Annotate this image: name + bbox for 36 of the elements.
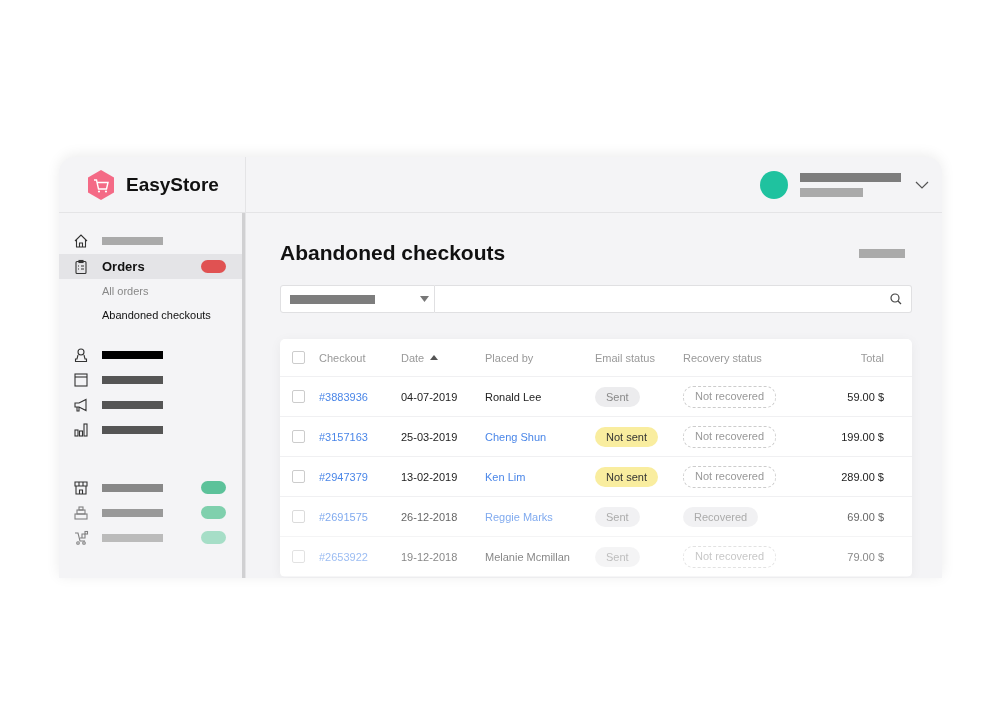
column-header[interactable]: Placed by — [485, 351, 534, 364]
nav-subitem[interactable]: Abandoned checkouts — [59, 303, 211, 327]
column-header[interactable]: Checkout — [319, 351, 366, 364]
table-cell: 13-02-2019 — [401, 470, 458, 483]
table-cell: Ronald Lee — [485, 390, 542, 403]
status-badge: Sent — [595, 386, 640, 407]
table-cell: 04-07-2019 — [401, 390, 458, 403]
checkout-link[interactable]: #2691575 — [319, 510, 368, 523]
checkout-link[interactable]: #2653922 — [319, 550, 368, 563]
nav-subitem[interactable]: All orders — [59, 279, 149, 303]
table-cell: 25-03-2019 — [401, 430, 458, 443]
table-cell: 199.00 $ — [841, 430, 884, 443]
table-cell: 19-12-2018 — [401, 550, 458, 563]
column-header[interactable]: Recovery status — [683, 351, 762, 364]
customer-link[interactable]: Reggie Marks — [485, 510, 553, 523]
nav-item[interactable]: Orders — [59, 254, 245, 279]
checkout-link[interactable]: #3883936 — [319, 390, 368, 403]
checkout-link[interactable]: #3157163 — [319, 430, 368, 443]
status-badge: Not sent — [595, 426, 658, 447]
page-title: Abandoned checkouts — [280, 241, 506, 265]
status-badge: Not sent — [595, 466, 658, 487]
column-header[interactable]: Date — [401, 351, 425, 364]
checkout-link[interactable]: #2947379 — [319, 470, 368, 483]
brand-name: EasyStore — [126, 173, 219, 196]
table-cell: 59.00 $ — [847, 390, 884, 403]
customer-link[interactable]: Cheng Shun — [485, 430, 547, 443]
customer-link[interactable]: Ken Lim — [485, 470, 526, 483]
table-cell: 79.00 $ — [847, 550, 884, 563]
table-cell: 69.00 $ — [847, 510, 884, 523]
table-cell: 289.00 $ — [841, 470, 884, 483]
column-header[interactable]: Email status — [595, 351, 655, 364]
status-badge: Recovered — [683, 506, 759, 527]
table-cell: 26-12-2018 — [401, 510, 458, 523]
status-badge: Sent — [595, 506, 640, 527]
table-cell: Melanie Mcmillan — [485, 550, 570, 563]
column-header[interactable]: Total — [860, 351, 884, 364]
